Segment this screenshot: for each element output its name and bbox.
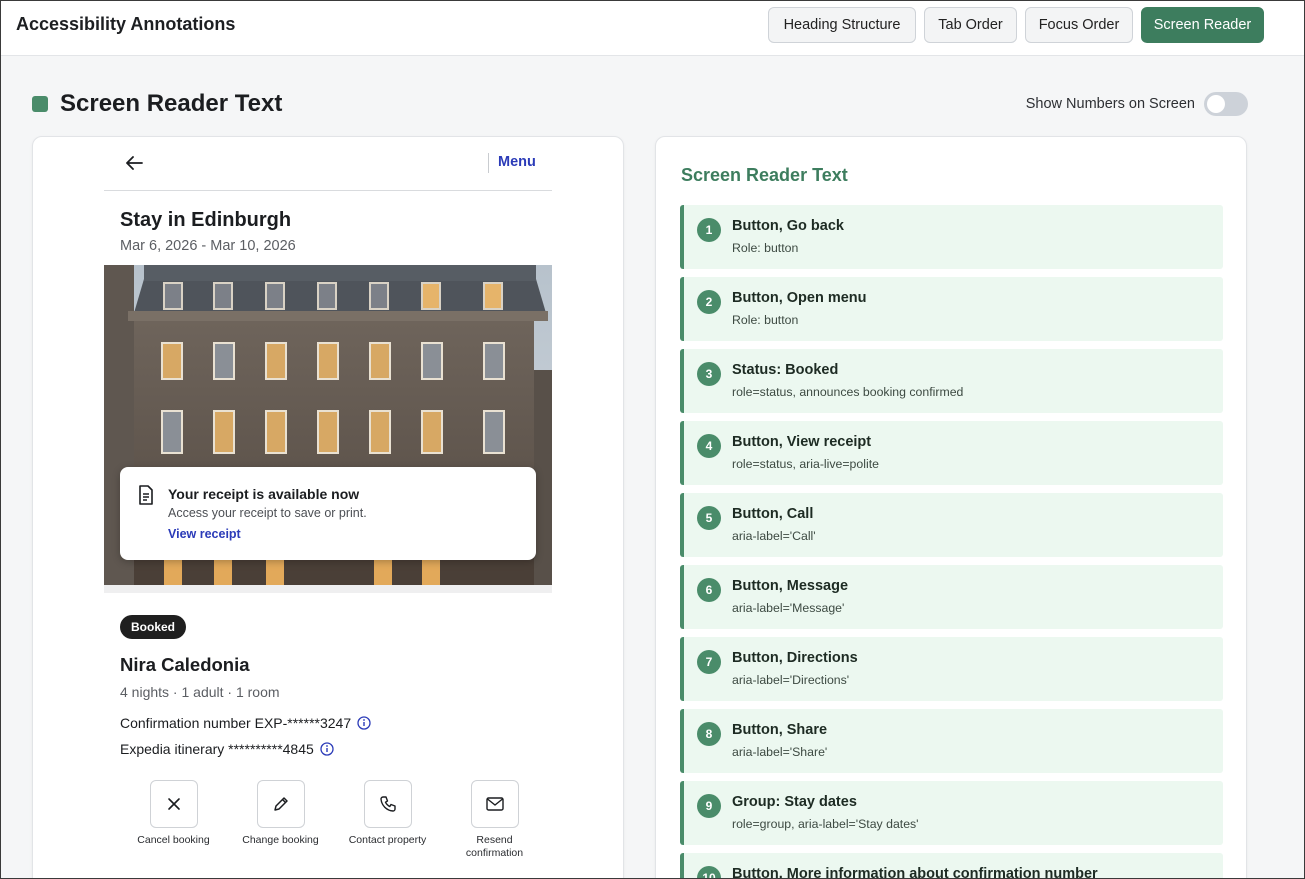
list-item: 2 Button, Open menu Role: button xyxy=(680,277,1223,341)
tab-screen-reader[interactable]: Screen Reader xyxy=(1141,7,1264,43)
view-receipt-link[interactable]: View receipt xyxy=(168,527,241,541)
item-number: 4 xyxy=(697,434,721,458)
top-bar: Accessibility Annotations Heading Struct… xyxy=(0,0,1305,56)
item-title: Button, Directions xyxy=(732,650,858,666)
hotel-name: Nira Caledonia xyxy=(120,654,250,675)
show-numbers-label: Show Numbers on Screen xyxy=(1025,96,1195,112)
item-number: 2 xyxy=(697,290,721,314)
toggle-knob xyxy=(1207,95,1225,113)
mobile-nav-bar: Menu xyxy=(104,137,552,191)
itinerary-row: Expedia itinerary **********4845 xyxy=(120,741,334,757)
menu-button[interactable]: Menu xyxy=(498,154,536,170)
list-item: 4 Button, View receipt role=status, aria… xyxy=(680,421,1223,485)
receipt-subtitle: Access your receipt to save or print. xyxy=(168,506,367,520)
receipt-banner: Your receipt is available now Access you… xyxy=(120,467,536,560)
item-title: Status: Booked xyxy=(732,362,839,378)
section-marker-icon xyxy=(32,96,48,112)
item-title: Button, Message xyxy=(732,578,849,594)
info-icon[interactable] xyxy=(320,742,334,756)
list-item: 1 Button, Go back Role: button xyxy=(680,205,1223,269)
item-title: Button, Go back xyxy=(732,218,844,234)
item-title: Group: Stay dates xyxy=(732,794,857,810)
item-number: 6 xyxy=(697,578,721,602)
item-description: Role: button xyxy=(732,313,799,327)
document-icon xyxy=(137,485,155,505)
list-item: 5 Button, Call aria-label='Call' xyxy=(680,493,1223,557)
tab-heading-structure[interactable]: Heading Structure xyxy=(768,7,916,43)
item-number: 5 xyxy=(697,506,721,530)
confirmation-number: Confirmation number EXP-******3247 xyxy=(120,715,352,731)
phone-icon xyxy=(363,780,412,828)
hotel-meta: 4 nights · 1 adult · 1 room xyxy=(120,684,280,700)
item-number: 3 xyxy=(697,362,721,386)
section-header: Screen Reader Text xyxy=(32,88,282,120)
resend-confirmation-button[interactable]: Resend confirmation xyxy=(441,780,548,860)
item-title: Button, More information about confirmat… xyxy=(732,866,1098,879)
close-icon xyxy=(149,780,198,828)
itinerary-number: Expedia itinerary **********4845 xyxy=(120,741,314,757)
item-title: Button, Open menu xyxy=(732,290,867,306)
item-description: role=status, announces booking confirmed xyxy=(732,385,964,399)
item-description: role=group, aria-label='Stay dates' xyxy=(732,817,919,831)
item-number: 7 xyxy=(697,650,721,674)
app-title: Accessibility Annotations xyxy=(16,14,236,34)
show-numbers-toggle[interactable] xyxy=(1204,92,1248,116)
tab-tab-order[interactable]: Tab Order xyxy=(924,7,1017,43)
item-number: 1 xyxy=(697,218,721,242)
show-numbers-toggle-group: Show Numbers on Screen xyxy=(1026,92,1248,116)
status-badge: Booked xyxy=(120,615,187,639)
stay-title: Stay in Edinburgh xyxy=(120,209,292,231)
list-item: 6 Button, Message aria-label='Message' xyxy=(680,565,1223,629)
nav-divider xyxy=(488,153,489,173)
item-number: 9 xyxy=(697,794,721,818)
screen-reader-heading: Screen Reader Text xyxy=(681,165,848,185)
list-item: 3 Status: Booked role=status, announces … xyxy=(680,349,1223,413)
item-number: 10 xyxy=(697,866,721,879)
stay-dates: Mar 6, 2026 - Mar 10, 2026 xyxy=(120,238,296,254)
item-number: 8 xyxy=(697,722,721,746)
change-booking-button[interactable]: Change booking xyxy=(227,780,334,847)
item-description: aria-label='Share' xyxy=(732,745,828,759)
section-title: Screen Reader Text xyxy=(60,90,283,117)
list-item: 9 Group: Stay dates role=group, aria-lab… xyxy=(680,781,1223,845)
list-item: 10 Button, More information about confir… xyxy=(680,853,1223,879)
back-arrow-icon[interactable] xyxy=(122,151,146,175)
list-item: 8 Button, Share aria-label='Share' xyxy=(680,709,1223,773)
info-icon[interactable] xyxy=(357,716,371,730)
contact-property-button[interactable]: Contact property xyxy=(334,780,441,847)
item-description: aria-label='Call' xyxy=(732,529,816,543)
tab-focus-order[interactable]: Focus Order xyxy=(1025,7,1133,43)
preview-card: Menu Stay in Edinburgh Mar 6, 2026 - Mar… xyxy=(32,136,624,879)
item-description: role=status, aria-live=polite xyxy=(732,457,879,471)
item-description: Role: button xyxy=(732,241,799,255)
action-label: Contact property xyxy=(348,834,427,846)
action-label: Change booking xyxy=(242,834,319,846)
mail-icon xyxy=(470,780,519,828)
photo-divider xyxy=(104,585,552,593)
item-title: Button, Share xyxy=(732,722,828,738)
action-label: Resend confirmation xyxy=(465,834,524,859)
item-title: Button, Call xyxy=(732,506,814,522)
item-title: Button, View receipt xyxy=(732,434,872,450)
confirmation-row: Confirmation number EXP-******3247 xyxy=(120,715,371,731)
item-description: aria-label='Message' xyxy=(732,601,845,615)
action-label: Cancel booking xyxy=(137,834,210,846)
screen-reader-panel: Screen Reader Text 1 Button, Go back Rol… xyxy=(655,136,1247,879)
receipt-title: Your receipt is available now xyxy=(168,486,360,502)
cancel-booking-button[interactable]: Cancel booking xyxy=(120,780,227,847)
list-item: 7 Button, Directions aria-label='Directi… xyxy=(680,637,1223,701)
pencil-icon xyxy=(256,780,305,828)
item-description: aria-label='Directions' xyxy=(732,673,850,687)
